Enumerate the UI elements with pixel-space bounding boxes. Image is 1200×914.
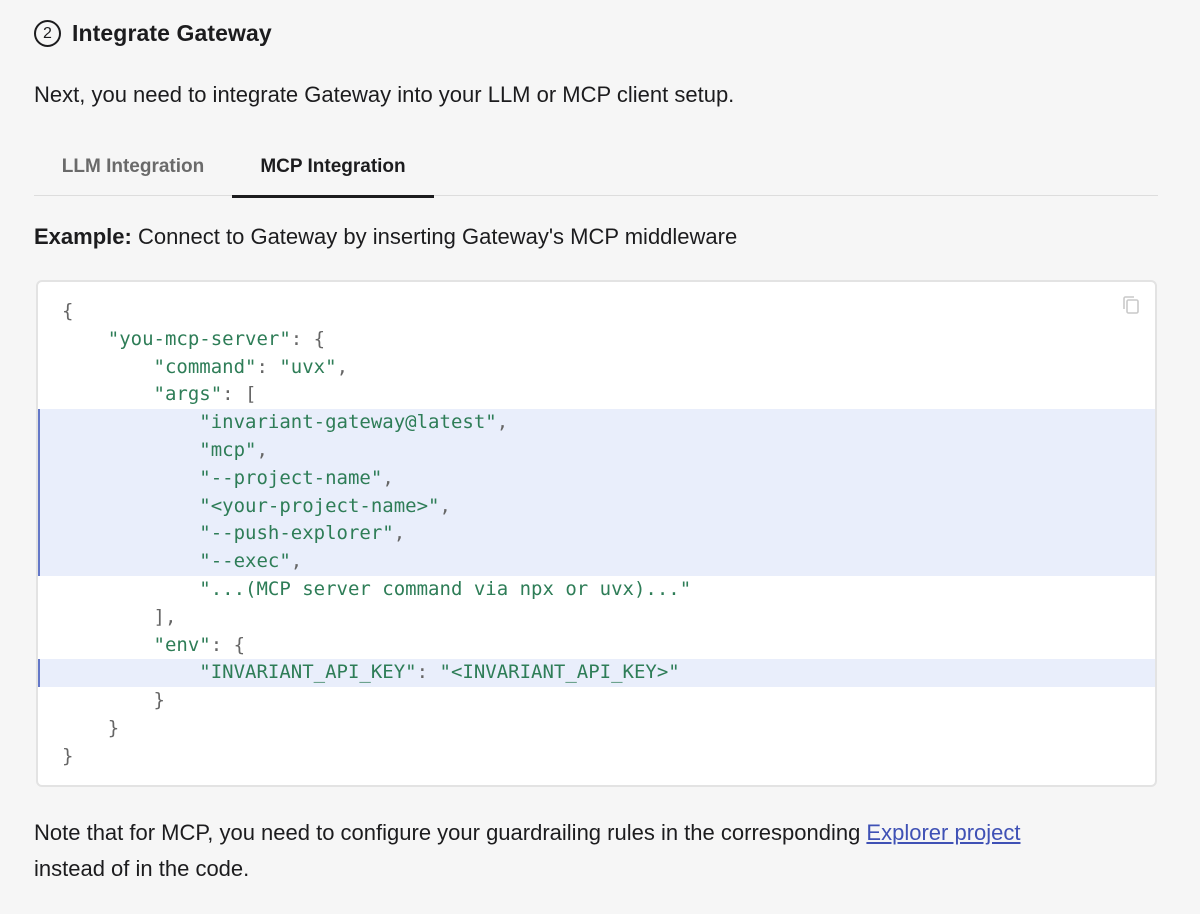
code-punctuation: , — [336, 355, 349, 378]
code-string: "command" — [153, 355, 257, 378]
code-punctuation: ], — [153, 605, 177, 628]
code-line: "--project-name", — [38, 464, 1155, 493]
code-string: "args" — [153, 383, 223, 406]
code-line: "invariant-gateway@latest", — [38, 409, 1155, 437]
code-line: "args": [ — [38, 381, 1155, 409]
code-punctuation: : { — [290, 327, 326, 350]
code-string: "--project-name" — [199, 466, 383, 489]
step-title: Integrate Gateway — [72, 20, 272, 46]
code-string: "<INVARIANT_API_KEY>" — [439, 661, 680, 684]
code-line: } — [38, 687, 1155, 715]
code-string: "uvx" — [279, 355, 337, 378]
example-label: Example: — [34, 224, 132, 249]
code-line: "mcp", — [38, 436, 1155, 465]
code-line: "--push-explorer", — [38, 520, 1155, 549]
code-punctuation: { — [62, 300, 74, 322]
code-lines: { "you-mcp-server": { "command": "uvx", … — [38, 298, 1155, 771]
code-string: "<your-project-name>" — [199, 494, 440, 517]
note-text-after: instead of in the code. — [34, 856, 250, 881]
code-string: "invariant-gateway@latest" — [199, 411, 497, 434]
code-punctuation: } — [107, 716, 120, 739]
example-caption: Example: Connect to Gateway by inserting… — [34, 224, 737, 250]
tab-mcp-integration[interactable]: MCP Integration — [232, 138, 434, 198]
code-line: "you-mcp-server": { — [38, 326, 1155, 354]
code-punctuation: , — [256, 438, 268, 461]
code-punctuation: : — [416, 661, 440, 684]
code-punctuation: : — [256, 355, 280, 378]
integration-tabs: LLM Integration MCP Integration — [34, 138, 1158, 198]
example-text: Connect to Gateway by inserting Gateway'… — [131, 224, 738, 249]
code-line: "<your-project-name>", — [38, 492, 1155, 521]
code-punctuation: : { — [210, 633, 246, 656]
step-header: 2 Integrate Gateway — [34, 20, 272, 47]
code-punctuation: , — [290, 550, 303, 573]
code-string: "INVARIANT_API_KEY" — [199, 661, 417, 684]
code-line: "...(MCP server command via npx or uvx).… — [38, 576, 1155, 604]
code-line: ], — [38, 604, 1155, 632]
code-block[interactable]: { "you-mcp-server": { "command": "uvx", … — [36, 280, 1157, 787]
code-punctuation: : [ — [222, 383, 257, 406]
note-paragraph: Note that for MCP, you need to configure… — [34, 815, 1164, 887]
code-line: { — [38, 298, 1155, 326]
code-string: "...(MCP server command via npx or uvx).… — [199, 577, 692, 600]
code-line: "env": { — [38, 632, 1155, 660]
code-line: } — [38, 743, 1155, 771]
code-line: } — [38, 715, 1155, 743]
code-punctuation: , — [496, 411, 509, 434]
code-string: "you-mcp-server" — [107, 327, 291, 350]
code-punctuation: , — [439, 494, 451, 517]
code-line: "--exec", — [38, 548, 1155, 576]
code-string: "mcp" — [199, 438, 257, 461]
code-string: "--push-explorer" — [199, 522, 394, 545]
code-punctuation: , — [393, 522, 406, 545]
code-punctuation: } — [153, 689, 165, 712]
explorer-project-link[interactable]: Explorer project — [866, 820, 1020, 845]
code-punctuation: , — [382, 466, 394, 489]
code-string: "--exec" — [199, 550, 291, 573]
intro-text: Next, you need to integrate Gateway into… — [34, 82, 735, 107]
note-text-before: Note that for MCP, you need to configure… — [34, 820, 867, 845]
tab-llm-integration[interactable]: LLM Integration — [34, 138, 232, 196]
code-line: "command": "uvx", — [38, 354, 1155, 382]
code-string: "env" — [153, 633, 211, 656]
step-number-badge: 2 — [34, 20, 61, 47]
code-punctuation: } — [62, 744, 74, 767]
code-line: "INVARIANT_API_KEY": "<INVARIANT_API_KEY… — [38, 659, 1155, 688]
